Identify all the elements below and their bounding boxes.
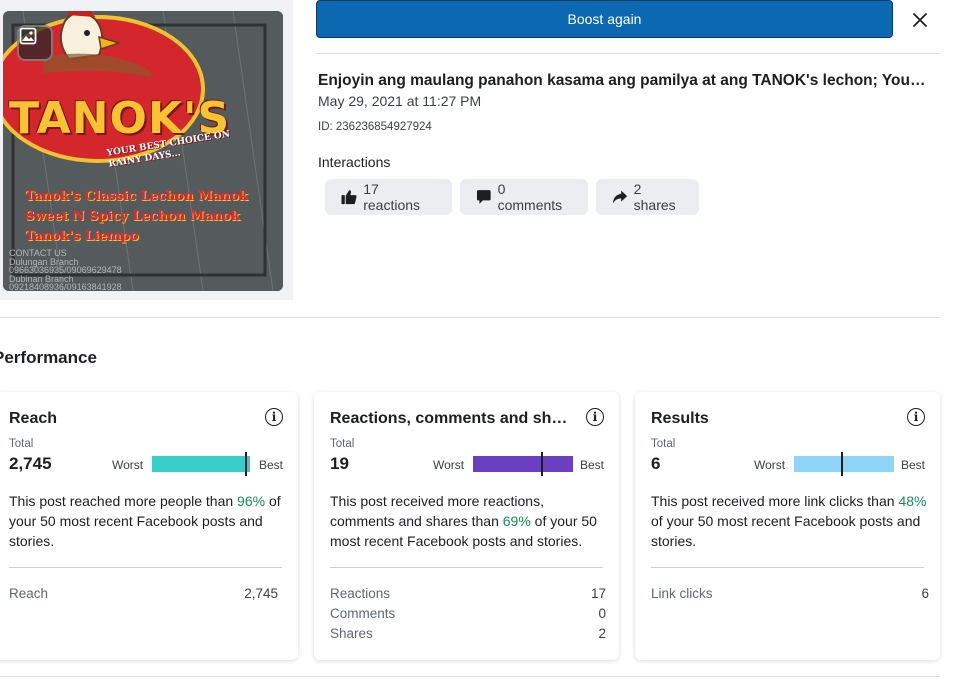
best-label: Best bbox=[580, 458, 605, 472]
results-card: Results i Total 6 Worst Best This post r… bbox=[635, 392, 940, 660]
shares-chip[interactable]: 2 shares bbox=[596, 179, 699, 215]
post-thumbnail-panel: TANOK'S YOUR BEST CHOICE ON RAINY DAYS..… bbox=[0, 0, 293, 300]
benchmark-bar bbox=[152, 452, 250, 476]
menu-item: Tanok's Classic Lechon Manok bbox=[25, 189, 248, 204]
benchmark-marker bbox=[541, 452, 543, 476]
metric-label: Shares bbox=[330, 626, 373, 641]
best-label: Best bbox=[259, 458, 284, 472]
metric-row: Comments 0 bbox=[330, 606, 606, 626]
metric-row: Shares 2 bbox=[330, 626, 606, 646]
metric-row: Link clicks 6 bbox=[651, 586, 929, 606]
metric-row: Reach 2,745 bbox=[9, 586, 282, 606]
info-icon[interactable]: i bbox=[907, 408, 925, 426]
divider bbox=[651, 567, 924, 568]
post-title: Enjoyin ang maulang panahon kasama ang p… bbox=[318, 72, 928, 89]
divider bbox=[330, 567, 603, 568]
reach-card: Reach i Total 2,745 Worst Best This post… bbox=[0, 392, 298, 660]
worst-label: Worst bbox=[112, 458, 144, 472]
close-icon[interactable] bbox=[908, 8, 932, 32]
metric-value: 0 bbox=[598, 606, 606, 621]
menu-list: Tanok's Classic Lechon Manok Sweet N Spi… bbox=[25, 187, 248, 247]
engagement-card: Reactions, comments and shares i Total 1… bbox=[314, 392, 619, 660]
card-description: This post received more link clicks than… bbox=[651, 491, 931, 551]
benchmark-bar bbox=[794, 452, 894, 476]
post-date: May 29, 2021 at 11:27 PM bbox=[318, 93, 482, 109]
reactions-chip-label: 17 reactions bbox=[363, 181, 421, 213]
card-title: Results bbox=[651, 410, 709, 427]
percentile-value: 69% bbox=[502, 513, 531, 529]
post-thumbnail[interactable]: TANOK'S YOUR BEST CHOICE ON RAINY DAYS..… bbox=[3, 11, 283, 291]
metric-label: Comments bbox=[330, 606, 396, 621]
total-value: 19 bbox=[330, 454, 349, 473]
card-description: This post reached more people than 96% o… bbox=[9, 491, 291, 551]
shares-chip-label: 2 shares bbox=[633, 181, 676, 213]
info-icon[interactable]: i bbox=[586, 408, 604, 426]
total-label: Total bbox=[651, 438, 676, 450]
performance-heading: Performance bbox=[0, 348, 97, 367]
menu-item: Sweet N Spicy Lechon Manok bbox=[25, 209, 240, 224]
reactions-chip[interactable]: 17 reactions bbox=[325, 179, 452, 215]
info-icon[interactable]: i bbox=[265, 408, 283, 426]
comments-chip[interactable]: 0 comments bbox=[460, 179, 588, 215]
metric-row: Reactions 17 bbox=[330, 586, 606, 606]
thumbs-up-icon bbox=[341, 190, 357, 205]
comments-chip-label: 0 comments bbox=[497, 181, 563, 213]
metric-label: Link clicks bbox=[651, 586, 713, 601]
best-label: Best bbox=[901, 458, 926, 472]
card-title: Reactions, comments and shares bbox=[330, 410, 576, 427]
divider bbox=[316, 53, 940, 54]
total-value: 6 bbox=[651, 454, 661, 473]
description-text: of your 50 most recent Facebook posts an… bbox=[651, 513, 921, 549]
benchmark-bar bbox=[473, 452, 573, 476]
benchmark-marker bbox=[245, 452, 247, 476]
divider bbox=[9, 567, 282, 568]
boost-again-button[interactable]: Boost again bbox=[316, 0, 893, 38]
metric-value: 6 bbox=[921, 586, 929, 601]
divider bbox=[0, 317, 940, 318]
description-text: This post reached more people than bbox=[9, 493, 238, 509]
metric-label: Reach bbox=[9, 586, 49, 601]
percentile-value: 96% bbox=[237, 493, 266, 509]
share-icon bbox=[612, 190, 628, 204]
photo-icon bbox=[17, 25, 53, 61]
description-text: This post received more link clicks than bbox=[651, 493, 899, 509]
card-title: Reach bbox=[9, 410, 58, 427]
benchmark-marker bbox=[841, 452, 843, 476]
total-label: Total bbox=[330, 438, 355, 450]
metric-label: Reactions bbox=[330, 586, 391, 601]
metric-value: 17 bbox=[590, 586, 606, 601]
menu-item: Tanok's Liempo bbox=[25, 229, 139, 244]
interactions-heading: Interactions bbox=[318, 154, 391, 170]
comment-icon bbox=[476, 190, 491, 204]
worst-label: Worst bbox=[754, 458, 786, 472]
percentile-value: 48% bbox=[898, 493, 927, 509]
divider bbox=[0, 676, 940, 677]
metric-value: 2,745 bbox=[244, 586, 278, 601]
card-description: This post received more reactions, comme… bbox=[330, 491, 604, 551]
post-id: ID: 236236854927924 bbox=[318, 121, 432, 133]
metric-value: 2 bbox=[598, 626, 606, 641]
worst-label: Worst bbox=[433, 458, 465, 472]
total-label: Total bbox=[9, 438, 34, 450]
contact-line: 09218408936/09163841928 bbox=[9, 282, 122, 291]
contact-list: CONTACT US Dulungan Branch 09663036935/0… bbox=[9, 249, 122, 291]
total-value: 2,745 bbox=[9, 454, 52, 473]
